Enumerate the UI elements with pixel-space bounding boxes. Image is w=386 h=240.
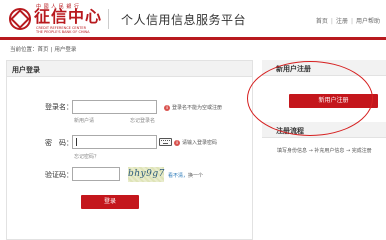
login-panel: 用户登录: [6, 60, 253, 240]
new-user-hint: 新用户请: [74, 118, 95, 124]
username-label: 登录名：: [45, 103, 73, 111]
captcha-refresh-question: 看不清，: [168, 173, 189, 179]
new-user-title: 新用户注册: [276, 65, 311, 73]
login-button[interactable]: 登录: [81, 195, 139, 209]
captcha-image[interactable]: bhy9g7: [128, 167, 164, 182]
breadcrumb-separator: |: [50, 47, 53, 53]
keyboard-icon[interactable]: [159, 138, 172, 146]
login-panel-header: 用户登录: [7, 61, 252, 77]
help-link[interactable]: 用户帮助: [356, 18, 380, 25]
password-input[interactable]: [72, 135, 157, 149]
register-flow-steps: 填写身份信息 → 补充用户信息 → 完成注册: [277, 148, 372, 154]
captcha-refresh-link[interactable]: 换一个: [188, 173, 203, 179]
info-icon: i: [164, 104, 170, 111]
breadcrumb-home[interactable]: 首页: [38, 47, 49, 53]
forgot-username-link[interactable]: 忘记登录名: [130, 117, 155, 124]
site-header: 中 國 人 民 銀 行 征信中心 CREDIT REFERENCE CENTER…: [0, 0, 386, 37]
forgot-password-link[interactable]: 忘记密码？: [74, 153, 99, 160]
info-icon: i: [174, 139, 180, 146]
username-input[interactable]: [72, 100, 157, 114]
login-panel-title: 用户登录: [12, 66, 40, 74]
link-separator: |: [330, 18, 333, 25]
link-separator: |: [350, 18, 353, 25]
register-flow-title: 注册流程: [276, 127, 304, 135]
text-cursor: [76, 138, 77, 146]
new-user-register-button[interactable]: 新用户注册: [289, 94, 378, 108]
top-links: 首页 | 注册 | 用户帮助: [316, 16, 380, 25]
logo-name: 征信中心: [34, 7, 103, 26]
captcha-refresh: 看不清，换一个: [168, 172, 203, 179]
credit-center-logo-icon: [9, 8, 31, 30]
register-link[interactable]: 注册: [336, 18, 348, 25]
register-panel: 新用户注册 新用户注册 注册流程 填写身份信息 → 补充用户信息 → 完成注册: [262, 60, 386, 240]
password-note-text: 请输入登录密码: [182, 140, 218, 146]
logo-english-line2: THE PEOPLE'S BANK OF CHINA: [36, 30, 90, 34]
username-note-text: 登录名不能为空或注册: [172, 105, 223, 111]
password-note: i 请输入登录密码: [174, 139, 217, 146]
register-flow-header: 注册流程: [262, 122, 386, 138]
header-red-bar: [0, 37, 386, 40]
password-label: 密 码：: [45, 139, 73, 147]
captcha-label: 验证码：: [45, 171, 73, 179]
captcha-input[interactable]: [72, 167, 120, 181]
new-user-header: 新用户注册: [262, 60, 386, 76]
breadcrumb-current: 用户登录: [54, 47, 77, 53]
home-link[interactable]: 首页: [316, 18, 328, 25]
header-divider: [108, 9, 109, 29]
breadcrumb-prefix: 当前位置：: [10, 47, 38, 53]
breadcrumb: 当前位置：首页 | 用户登录: [10, 45, 76, 53]
username-note: i 登录名不能为空或注册: [164, 104, 222, 111]
site-title: 个人信用信息服务平台: [121, 13, 247, 27]
